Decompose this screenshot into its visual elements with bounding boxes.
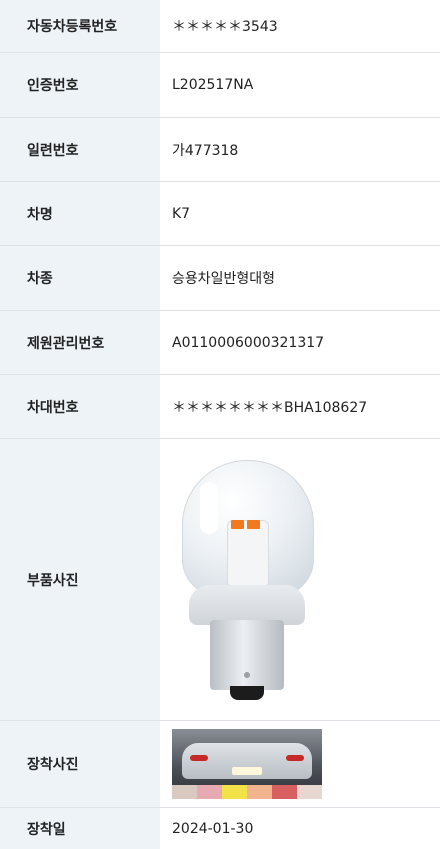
installation-photo-image[interactable]: [172, 729, 322, 799]
led-bulb-image[interactable]: [172, 450, 322, 710]
led-module: [227, 519, 269, 588]
bulb-pin: [244, 671, 250, 678]
bulb-collar: [189, 584, 305, 625]
installation-photo-cell: [160, 721, 440, 807]
blur-block: [172, 785, 197, 799]
blur-block: [272, 785, 297, 799]
led-chip-left: [231, 519, 244, 529]
plate-light-glow: [232, 767, 262, 775]
part-photo-label: 부품사진: [0, 439, 160, 720]
row-installation-photo: 장착사진: [0, 721, 440, 808]
bulb-tip: [230, 685, 264, 700]
installation-photo-label: 장착사진: [0, 721, 160, 807]
row-installation-date: 장착일 2024-01-30: [0, 808, 440, 849]
row-vin: 차대번호 ＊＊＊＊＊＊＊＊BHA108627: [0, 375, 440, 439]
vehicle-part-info-table: 자동차등록번호 ＊＊＊＊＊3543 인증번호 L202517NA 일련번호 가4…: [0, 0, 440, 849]
blur-block: [297, 785, 322, 799]
vin-value: ＊＊＊＊＊＊＊＊BHA108627: [172, 399, 368, 416]
row-spec-management-number: 제원관리번호 A0110006000321317: [0, 311, 440, 375]
blur-block: [197, 785, 222, 799]
certification-number-label: 인증번호: [0, 53, 160, 117]
installation-date-label: 장착일: [0, 808, 160, 849]
car-type-label: 차종: [0, 246, 160, 310]
blur-block: [222, 785, 247, 799]
bulb-base: [210, 619, 284, 690]
spec-management-number-value: A0110006000321317: [172, 334, 325, 351]
tail-light-right: [286, 755, 304, 761]
bulb-highlight: [200, 481, 218, 534]
row-registration-number: 자동차등록번호 ＊＊＊＊＊3543: [0, 0, 440, 53]
led-chip-right: [247, 519, 260, 529]
vin-label: 차대번호: [0, 375, 160, 438]
car-type-value: 승용차일반형대형: [172, 271, 276, 287]
installation-date-value: 2024-01-30: [172, 820, 254, 837]
certification-number-value: L202517NA: [172, 77, 254, 93]
row-serial-number: 일련번호 가477318: [0, 118, 440, 182]
serial-number-value: 가477318: [172, 142, 239, 159]
registration-number-label: 자동차등록번호: [0, 0, 160, 52]
tail-light-left: [190, 755, 208, 761]
row-part-photo: 부품사진: [0, 439, 440, 721]
part-photo-cell: [160, 439, 440, 720]
row-car-type: 차종 승용차일반형대형: [0, 246, 440, 311]
blur-block: [247, 785, 272, 799]
car-name-label: 차명: [0, 182, 160, 245]
serial-number-label: 일련번호: [0, 118, 160, 181]
registration-number-value: ＊＊＊＊＊3543: [172, 19, 278, 35]
row-car-name: 차명 K7: [0, 182, 440, 246]
car-name-value: K7: [172, 205, 191, 222]
row-certification-number: 인증번호 L202517NA: [0, 53, 440, 118]
spec-management-number-label: 제원관리번호: [0, 311, 160, 374]
